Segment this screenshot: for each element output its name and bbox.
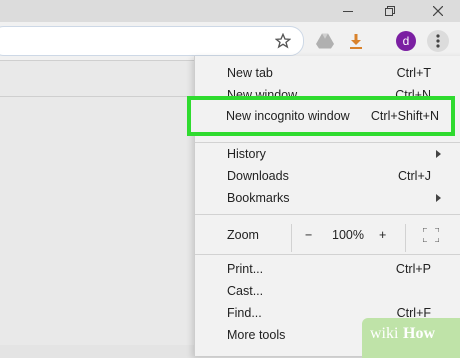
star-icon[interactable] xyxy=(272,30,294,52)
fullscreen-icon[interactable] xyxy=(422,227,440,245)
menu-item-label: Cast... xyxy=(227,284,264,298)
title-bar xyxy=(0,0,460,22)
menu-item-new-tab[interactable]: New tab Ctrl+T xyxy=(195,62,460,84)
submenu-arrow-icon xyxy=(436,194,441,202)
menu-item-label: Downloads xyxy=(227,169,289,183)
menu-item-label: New incognito window xyxy=(226,109,350,123)
zoom-out-button[interactable]: − xyxy=(305,228,312,242)
drive-icon[interactable] xyxy=(314,30,336,52)
watermark-how: How xyxy=(403,325,435,342)
download-icon[interactable] xyxy=(345,30,367,52)
zoom-label: Zoom xyxy=(227,228,259,242)
watermark-wiki: wiki xyxy=(370,325,399,342)
zoom-divider xyxy=(405,224,406,252)
menu-item-history[interactable]: History xyxy=(195,143,460,165)
menu-item-new-incognito-window[interactable]: New incognito window Ctrl+Shift+N xyxy=(187,105,455,127)
avatar[interactable]: d xyxy=(395,30,417,52)
zoom-divider xyxy=(291,224,292,252)
menu-item-zoom: Zoom − 100% + xyxy=(195,224,460,252)
wikihow-watermark: wiki How xyxy=(362,318,460,358)
menu-item-label: More tools xyxy=(227,328,286,342)
menu-separator xyxy=(195,214,460,215)
avatar-letter: d xyxy=(396,31,416,51)
highlight-box: New incognito window Ctrl+Shift+N xyxy=(187,96,455,136)
close-icon[interactable] xyxy=(418,0,458,22)
menu-item-label: Print... xyxy=(227,262,264,276)
menu-item-label: New tab xyxy=(227,66,273,80)
menu-item-shortcut: Ctrl+T xyxy=(396,66,431,80)
menu-item-print[interactable]: Print... Ctrl+P xyxy=(195,258,460,280)
menu-item-shortcut: Ctrl+P xyxy=(395,262,431,276)
menu-item-cast[interactable]: Cast... xyxy=(195,280,460,302)
menu-item-label: Find... xyxy=(227,306,262,320)
minimize-icon[interactable] xyxy=(328,0,368,22)
zoom-in-button[interactable]: + xyxy=(379,228,386,242)
menu-item-shortcut: Ctrl+Shift+N xyxy=(370,109,439,123)
address-bar[interactable] xyxy=(0,26,304,56)
menu-item-label: Bookmarks xyxy=(227,191,290,205)
menu-item-bookmarks[interactable]: Bookmarks xyxy=(195,187,460,209)
submenu-arrow-icon xyxy=(436,150,441,158)
menu-item-downloads[interactable]: Downloads Ctrl+J xyxy=(195,165,460,187)
restore-icon[interactable] xyxy=(370,0,410,22)
menu-item-shortcut: Ctrl+J xyxy=(398,169,431,183)
zoom-value: 100% xyxy=(332,228,364,242)
kebab-menu-icon[interactable] xyxy=(427,30,449,52)
divider xyxy=(0,96,196,97)
menu-item-label: History xyxy=(227,147,266,161)
menu-separator xyxy=(195,254,460,255)
